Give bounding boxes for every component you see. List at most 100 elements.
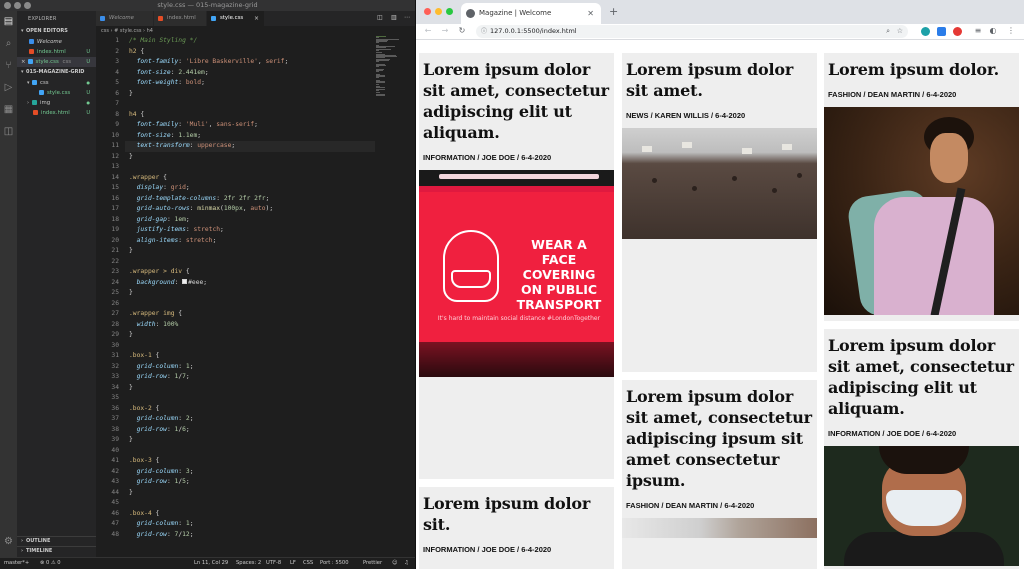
extension-icon[interactable] bbox=[937, 27, 946, 36]
code-line[interactable]: } bbox=[129, 435, 133, 446]
branch-status[interactable]: master*+ bbox=[4, 558, 29, 569]
star-icon[interactable]: ☆ bbox=[897, 25, 903, 38]
minimap[interactable] bbox=[376, 36, 402, 96]
code-line[interactable]: text-transform: uppercase; bbox=[129, 141, 236, 152]
open-editor-index-html[interactable]: index.html U bbox=[17, 47, 96, 57]
code-line[interactable]: width: 100% bbox=[129, 320, 179, 331]
gear-icon[interactable]: ⚙ bbox=[3, 536, 14, 547]
code-line[interactable]: font-family: 'Libre Baskerville', serif; bbox=[129, 57, 289, 68]
cursor-position[interactable]: Ln 11, Col 29 bbox=[194, 558, 228, 569]
code-line[interactable]: } bbox=[129, 330, 133, 341]
code-line[interactable]: grid-auto-rows: minmax(100px, auto); bbox=[129, 204, 274, 215]
split-editor-icon[interactable]: ◫ bbox=[377, 14, 385, 22]
reading-list-icon[interactable]: ≡ bbox=[973, 26, 983, 36]
search-icon[interactable]: ⌕ bbox=[3, 38, 14, 49]
tab-style-css[interactable]: style.css × bbox=[207, 11, 265, 26]
browser-tab[interactable]: Magazine | Welcome ✕ bbox=[461, 3, 601, 24]
code-line[interactable]: font-size: 1.1em; bbox=[129, 131, 201, 142]
problems-status[interactable]: ⊗ 0 ⚠ 0 bbox=[40, 558, 61, 569]
code-line[interactable]: .wrapper img { bbox=[129, 309, 182, 320]
outline-section[interactable]: › OUTLINE bbox=[17, 536, 96, 545]
code-line[interactable]: grid-row: 7/12; bbox=[129, 530, 194, 541]
code-line[interactable]: font-weight: bold; bbox=[129, 78, 205, 89]
indent-status[interactable]: Spaces: 2 bbox=[236, 558, 261, 569]
code-line[interactable]: .box-2 { bbox=[129, 404, 159, 415]
extension-icon[interactable] bbox=[953, 27, 962, 36]
code-line[interactable]: h4 { bbox=[129, 110, 144, 121]
feedback-icon[interactable]: ☺ bbox=[392, 558, 397, 569]
zoom-icon[interactable]: ⌕ bbox=[886, 25, 890, 38]
eol-status[interactable]: LF bbox=[290, 558, 296, 569]
info-icon[interactable]: ⓘ bbox=[481, 25, 487, 38]
article-title[interactable]: Lorem ipsum dolor sit amet. bbox=[622, 53, 817, 101]
code-line[interactable]: h2 { bbox=[129, 47, 144, 58]
source-control-icon[interactable]: ⑂ bbox=[3, 60, 14, 71]
tree-file-style-css[interactable]: style.css U bbox=[17, 88, 96, 98]
code-line[interactable]: } bbox=[129, 488, 133, 499]
live-server-status[interactable]: Port : 5500 bbox=[320, 558, 349, 569]
code-line[interactable]: .wrapper { bbox=[129, 173, 167, 184]
close-icon[interactable]: ✕ bbox=[587, 3, 594, 24]
article-card[interactable]: Lorem ipsum dolor sit. INFORMATION / JOE… bbox=[419, 487, 614, 569]
tab-welcome[interactable]: Welcome bbox=[96, 11, 154, 26]
article-title[interactable]: Lorem ipsum dolor. bbox=[824, 53, 1019, 80]
code-line[interactable]: justify-items: stretch; bbox=[129, 225, 224, 236]
code-line[interactable]: grid-column: 1; bbox=[129, 362, 194, 373]
article-title[interactable]: Lorem ipsum dolor sit amet, consectetur … bbox=[419, 53, 614, 143]
code-line[interactable]: grid-column: 2; bbox=[129, 414, 194, 425]
open-editors-section[interactable]: ▾ OPEN EDITORS bbox=[17, 27, 96, 36]
code-line[interactable]: } bbox=[129, 246, 133, 257]
code-line[interactable]: grid-row: 1/5; bbox=[129, 477, 190, 488]
open-editor-style-css[interactable]: × style.css css U bbox=[17, 57, 96, 67]
code-line[interactable]: grid-row: 1/6; bbox=[129, 425, 190, 436]
prettier-status[interactable]: Prettier bbox=[363, 558, 382, 569]
code-line[interactable]: .box-4 { bbox=[129, 509, 159, 520]
forward-icon[interactable]: → bbox=[440, 26, 450, 36]
code-line[interactable]: display: grid; bbox=[129, 183, 190, 194]
close-icon[interactable]: × bbox=[21, 59, 26, 65]
article-card[interactable]: Lorem ipsum dolor sit amet, consectetur … bbox=[824, 329, 1019, 569]
tree-folder-img[interactable]: › img ● bbox=[17, 98, 96, 108]
close-icon[interactable]: × bbox=[254, 11, 259, 26]
code-editor[interactable]: 1 /* Main Styling */ 2 h2 {3 font-family: '… bbox=[96, 36, 415, 557]
code-line[interactable]: } bbox=[129, 288, 133, 299]
code-line[interactable]: grid-column: 1; bbox=[129, 519, 194, 530]
article-title[interactable]: Lorem ipsum dolor sit amet, consectetur … bbox=[824, 329, 1019, 419]
code-line[interactable]: .wrapper > div { bbox=[129, 267, 190, 278]
translate-icon[interactable]: ◐ bbox=[988, 26, 998, 36]
open-editor-welcome[interactable]: Welcome bbox=[17, 37, 96, 47]
article-title[interactable]: Lorem ipsum dolor sit amet, consectetur … bbox=[622, 380, 817, 491]
reload-icon[interactable]: ↻ bbox=[457, 26, 467, 36]
timeline-section[interactable]: › TIMELINE bbox=[17, 546, 96, 555]
zoom-dot-icon[interactable] bbox=[446, 8, 453, 15]
new-tab-icon[interactable]: + bbox=[609, 3, 618, 21]
code-line[interactable]: } bbox=[129, 89, 133, 100]
encoding-status[interactable]: UTF-8 bbox=[266, 558, 281, 569]
folder-section[interactable]: ▾ 015-MAGAZINE-GRID bbox=[17, 68, 96, 77]
code-line[interactable]: grid-template-columns: 2fr 2fr 2fr; bbox=[129, 194, 270, 205]
tree-file-index-html[interactable]: index.html U bbox=[17, 108, 96, 118]
minimize-dot-icon[interactable] bbox=[435, 8, 442, 15]
article-card[interactable]: Lorem ipsum dolor sit amet. NEWS / KAREN… bbox=[622, 53, 817, 372]
bell-icon[interactable]: ♫ bbox=[404, 558, 409, 569]
tab-index-html[interactable]: index.html bbox=[154, 11, 207, 26]
code-line[interactable]: font-family: 'Muli', sans-serif; bbox=[129, 120, 258, 131]
code-line[interactable]: .box-1 { bbox=[129, 351, 159, 362]
code-line[interactable]: /* Main Styling */ bbox=[129, 36, 197, 47]
files-icon[interactable]: ▤ bbox=[3, 16, 14, 27]
run-debug-icon[interactable]: ▷ bbox=[3, 82, 14, 93]
article-card[interactable]: Lorem ipsum dolor. FASHION / DEAN MARTIN… bbox=[824, 53, 1019, 321]
menu-icon[interactable]: ⋮ bbox=[1006, 26, 1016, 36]
remote-icon[interactable]: ◫ bbox=[3, 126, 14, 137]
code-line[interactable]: grid-gap: 1em; bbox=[129, 215, 190, 226]
code-line[interactable]: .box-3 { bbox=[129, 456, 159, 467]
article-title[interactable]: Lorem ipsum dolor sit. bbox=[419, 487, 614, 535]
code-line[interactable]: grid-column: 3; bbox=[129, 467, 194, 478]
code-line[interactable]: background: #eee; bbox=[129, 278, 207, 289]
code-line[interactable]: grid-row: 1/7; bbox=[129, 372, 190, 383]
close-dot-icon[interactable] bbox=[424, 8, 431, 15]
extensions-icon[interactable]: ▦ bbox=[3, 104, 14, 115]
breadcrumb[interactable]: css › # style.css › h4 bbox=[96, 26, 415, 36]
more-icon[interactable]: ⋯ bbox=[404, 14, 412, 22]
article-card[interactable]: Lorem ipsum dolor sit amet, consectetur … bbox=[622, 380, 817, 569]
